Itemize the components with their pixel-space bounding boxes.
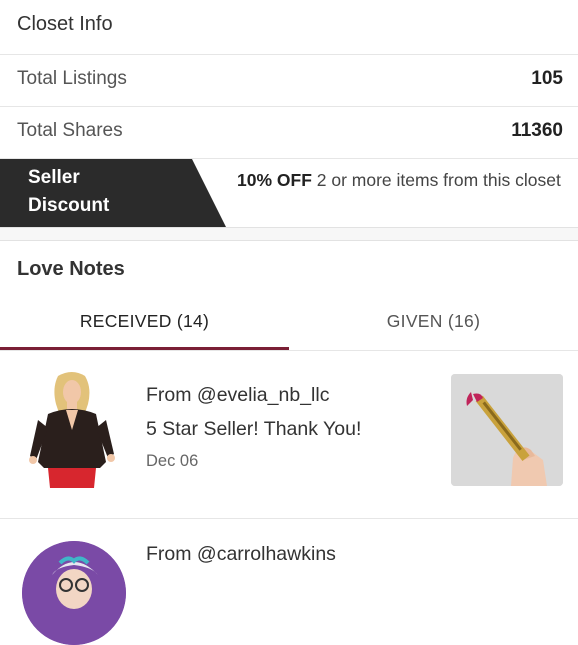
section-divider <box>0 227 578 241</box>
total-listings-row: Total Listings 105 <box>0 54 578 107</box>
love-note-item[interactable]: From @evelia_nb_llc 5 Star Seller! Thank… <box>0 352 578 519</box>
seller-discount-offer-bold: 10% OFF <box>237 170 312 190</box>
love-notes-tabs: RECEIVED (14) GIVEN (16) <box>0 298 578 351</box>
note-message: 5 Star Seller! Thank You! <box>146 418 362 440</box>
seller-discount-offer-text: 2 or more items from this closet <box>311 170 561 190</box>
total-shares-label: Total Shares <box>17 120 123 141</box>
note-date: Dec 06 <box>146 452 199 470</box>
avatar[interactable] <box>22 541 126 645</box>
love-note-item[interactable]: From @carrolhawkins <box>0 519 578 645</box>
avatar-image <box>22 541 126 645</box>
total-listings-label: Total Listings <box>17 68 127 89</box>
closet-info-title: Closet Info <box>17 13 113 35</box>
listing-thumbnail[interactable] <box>451 374 563 486</box>
seller-discount-offer: 10% OFF 2 or more items from this closet <box>237 167 567 193</box>
total-listings-value: 105 <box>531 68 563 89</box>
seller-discount-label-line2: Discount <box>28 195 110 216</box>
note-sender[interactable]: From @evelia_nb_llc <box>146 384 329 407</box>
note-sender[interactable]: From @carrolhawkins <box>146 543 336 566</box>
seller-discount-label-line1: Seller <box>28 167 80 188</box>
total-shares-row: Total Shares 11360 <box>0 106 578 159</box>
tab-given[interactable]: GIVEN (16) <box>289 298 578 350</box>
total-shares-value: 11360 <box>511 120 563 141</box>
seller-discount-label: Seller Discount <box>28 164 148 220</box>
avatar-image <box>22 370 122 488</box>
tab-received[interactable]: RECEIVED (14) <box>0 298 289 350</box>
love-notes-title: Love Notes <box>17 258 125 280</box>
seller-discount: Seller Discount 10% OFF 2 or more items … <box>0 158 578 227</box>
listing-thumbnail-image <box>451 374 563 486</box>
avatar[interactable] <box>22 370 122 488</box>
